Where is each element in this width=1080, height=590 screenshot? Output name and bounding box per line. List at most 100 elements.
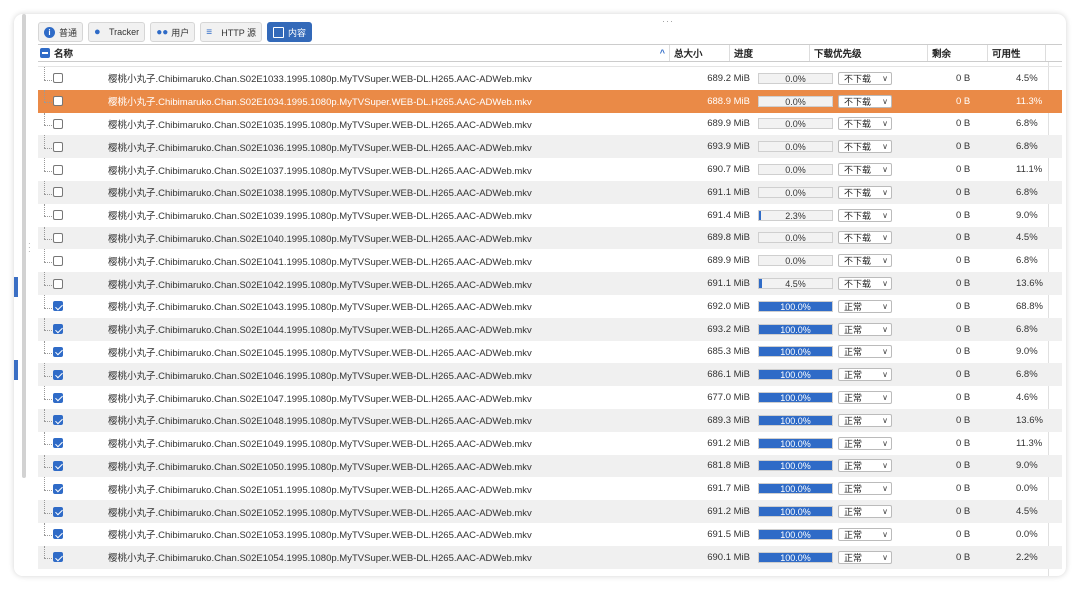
file-checkbox[interactable] [53,232,63,243]
priority-value: 不下载 [844,73,872,84]
file-checkbox[interactable] [53,141,63,152]
vertical-scrollbar[interactable] [22,14,26,478]
table-row[interactable]: 樱桃小丸子.Chibimaruko.Chan.S02E1043.1995.108… [38,294,1062,318]
table-row[interactable]: 樱桃小丸子.Chibimaruko.Chan.S02E1034.1995.108… [38,89,1062,113]
priority-select[interactable]: 不下载 ∨ [838,208,892,222]
file-checkbox[interactable] [53,301,63,312]
progress-cell: 4.5% [756,278,836,290]
tab-content[interactable]: 内容 [267,22,313,42]
file-name: 樱桃小丸子.Chibimaruko.Chan.S02E1054.1995.108… [108,553,532,565]
side-splitter-handle-icon[interactable]: · · · [28,240,32,256]
priority-select[interactable]: 不下载 ∨ [838,254,892,268]
table-row[interactable]: 樱桃小丸子.Chibimaruko.Chan.S02E1040.1995.108… [38,226,1062,250]
tab-http-sources[interactable]: ≡ HTTP 源 [200,22,263,42]
file-checkbox[interactable] [53,415,63,426]
column-header-size[interactable]: 总大小 [670,45,730,61]
file-checkbox[interactable] [53,483,63,494]
column-header-remaining[interactable]: 剩余 [928,45,988,61]
file-checkbox[interactable] [53,392,63,403]
tab-users[interactable]: ●● 用户 [150,22,196,42]
progress-bar: 100.0% [758,323,833,335]
table-row[interactable]: 樱桃小丸子.Chibimaruko.Chan.S02E1044.1995.108… [38,317,1062,341]
availability: 6.8% [1016,323,1038,335]
table-row[interactable]: 樱桃小丸子.Chibimaruko.Chan.S02E1038.1995.108… [38,180,1062,204]
priority-select[interactable]: 正常 ∨ [838,482,892,496]
table-row[interactable]: 樱桃小丸子.Chibimaruko.Chan.S02E1052.1995.108… [38,500,1062,523]
column-header-label: 剩余 [932,49,952,60]
file-checkbox[interactable] [53,278,63,289]
priority-select[interactable]: 正常 ∨ [838,436,892,450]
file-size: 691.4 MiB [707,209,750,221]
file-checkbox[interactable] [53,460,63,471]
file-checkbox[interactable] [53,118,63,129]
column-header-name[interactable]: 名称 ^ [50,45,670,61]
file-checkbox[interactable] [53,255,63,266]
priority-select[interactable]: 正常 ∨ [838,368,892,382]
availability: 9.0% [1016,346,1038,358]
file-checkbox[interactable] [53,346,63,357]
priority-select[interactable]: 不下载 ∨ [838,163,892,177]
file-checkbox[interactable] [53,210,63,221]
table-row[interactable]: 樱桃小丸子.Chibimaruko.Chan.S02E1039.1995.108… [38,203,1062,227]
column-header-progress[interactable]: 进度 [730,45,810,61]
priority-select[interactable]: 正常 ∨ [838,459,892,473]
availability: 11.3% [1016,437,1043,449]
table-row[interactable]: 樱桃小丸子.Chibimaruko.Chan.S02E1049.1995.108… [38,431,1062,455]
table-row[interactable]: 樱桃小丸子.Chibimaruko.Chan.S02E1045.1995.108… [38,340,1062,364]
table-row[interactable]: 樱桃小丸子.Chibimaruko.Chan.S02E1051.1995.108… [38,477,1062,500]
progress-text: 100.0% [780,461,811,472]
priority-select[interactable]: 正常 ∨ [838,413,892,427]
file-checkbox[interactable] [53,187,63,198]
table-row[interactable]: 樱桃小丸子.Chibimaruko.Chan.S02E1047.1995.108… [38,386,1062,409]
table-row[interactable]: 樱桃小丸子.Chibimaruko.Chan.S02E1046.1995.108… [38,363,1062,387]
table-row[interactable]: 樱桃小丸子.Chibimaruko.Chan.S02E1048.1995.108… [38,408,1062,432]
column-header-label: 名称 [54,49,74,60]
progress-cell: 0.0% [756,118,836,130]
chevron-down-icon: ∨ [882,142,888,152]
file-checkbox[interactable] [53,438,63,449]
file-checkbox[interactable] [53,324,63,335]
table-row[interactable]: 樱桃小丸子.Chibimaruko.Chan.S02E1050.1995.108… [38,454,1062,478]
column-header-availability[interactable]: 可用性 [988,45,1046,61]
file-checkbox[interactable] [53,369,63,380]
remaining: 0 B [956,278,971,290]
header-select-all[interactable] [38,45,50,61]
splitter-handle-icon[interactable]: ··· [662,16,674,26]
table-row[interactable]: 樱桃小丸子.Chibimaruko.Chan.S02E1035.1995.108… [38,112,1062,136]
file-checkbox[interactable] [53,164,63,175]
priority-select[interactable]: 不下载 ∨ [838,71,892,85]
column-header-label: 可用性 [992,49,1021,60]
tree-connector [38,112,52,136]
table-row[interactable]: 樱桃小丸子.Chibimaruko.Chan.S02E1042.1995.108… [38,272,1062,295]
file-checkbox[interactable] [53,552,63,563]
priority-select[interactable]: 正常 ∨ [838,322,892,336]
table-row[interactable]: 樱桃小丸子.Chibimaruko.Chan.S02E1037.1995.108… [38,158,1062,181]
priority-select[interactable]: 正常 ∨ [838,299,892,313]
file-checkbox[interactable] [53,73,63,84]
chevron-down-icon: ∨ [882,484,888,494]
priority-select[interactable]: 正常 ∨ [838,345,892,359]
file-checkbox[interactable] [53,529,63,540]
select-all-checkbox[interactable] [40,48,50,58]
priority-select[interactable]: 不下载 ∨ [838,140,892,154]
priority-select[interactable]: 不下载 ∨ [838,277,892,291]
tab-tracker[interactable]: ● Tracker [88,22,146,42]
priority-select[interactable]: 不下载 ∨ [838,185,892,199]
remaining: 0 B [956,255,971,267]
table-row[interactable]: 樱桃小丸子.Chibimaruko.Chan.S02E1053.1995.108… [38,522,1062,546]
tab-general[interactable]: i 普通 [38,22,84,42]
table-row[interactable]: 樱桃小丸子.Chibimaruko.Chan.S02E1036.1995.108… [38,135,1062,159]
priority-select[interactable]: 正常 ∨ [838,391,892,405]
table-row[interactable]: 樱桃小丸子.Chibimaruko.Chan.S02E1041.1995.108… [38,249,1062,272]
file-checkbox[interactable] [53,96,63,107]
priority-select[interactable]: 不下载 ∨ [838,231,892,245]
priority-select[interactable]: 不下载 ∨ [838,117,892,131]
priority-select[interactable]: 正常 ∨ [838,527,892,541]
priority-select[interactable]: 不下载 ∨ [838,94,892,108]
table-row[interactable]: 樱桃小丸子.Chibimaruko.Chan.S02E1033.1995.108… [38,67,1062,90]
priority-select[interactable]: 正常 ∨ [838,550,892,564]
table-row[interactable]: 樱桃小丸子.Chibimaruko.Chan.S02E1054.1995.108… [38,545,1062,569]
priority-select[interactable]: 正常 ∨ [838,505,892,519]
file-checkbox[interactable] [53,506,63,517]
column-header-priority[interactable]: 下载优先级 [810,45,928,61]
